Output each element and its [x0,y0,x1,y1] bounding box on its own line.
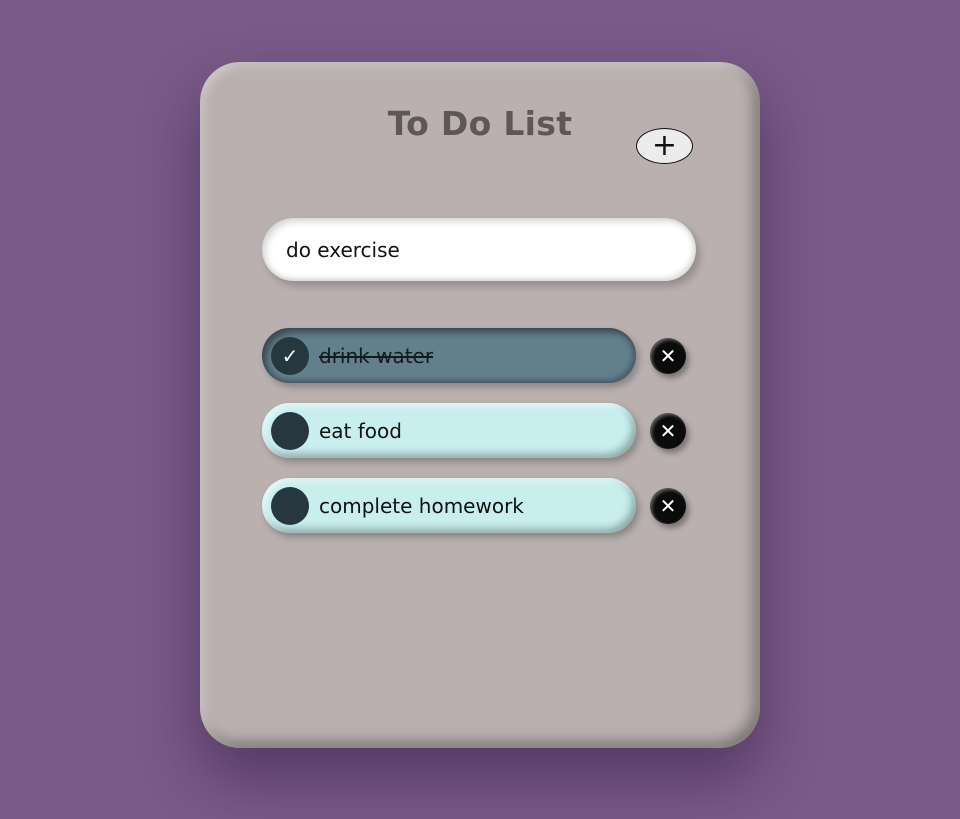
checkmark-icon[interactable]: ✓ [271,336,309,375]
add-task-button[interactable]: + [636,128,693,164]
delete-icon[interactable]: ✕ [650,488,686,524]
delete-icon[interactable]: ✕ [650,338,686,374]
list-item: eat food ✕ [262,403,702,458]
todo-list: ✓ drink water ✕ eat food ✕ complete home… [262,328,702,553]
todo-item-label: eat food [319,418,402,443]
todo-item-drink-water[interactable]: ✓ drink water [262,328,636,383]
task-input[interactable] [262,218,696,281]
list-item: ✓ drink water ✕ [262,328,702,383]
todo-item-eat-food[interactable]: eat food [262,403,636,458]
todo-item-label: complete homework [319,493,524,518]
todo-card: To Do List + ✓ drink water ✕ eat food ✕ … [200,62,760,748]
todo-item-label: drink water [319,343,434,368]
unchecked-circle-icon[interactable] [271,411,309,450]
unchecked-circle-icon[interactable] [271,486,309,525]
delete-icon[interactable]: ✕ [650,413,686,449]
todo-item-complete-homework[interactable]: complete homework [262,478,636,533]
list-item: complete homework ✕ [262,478,702,533]
